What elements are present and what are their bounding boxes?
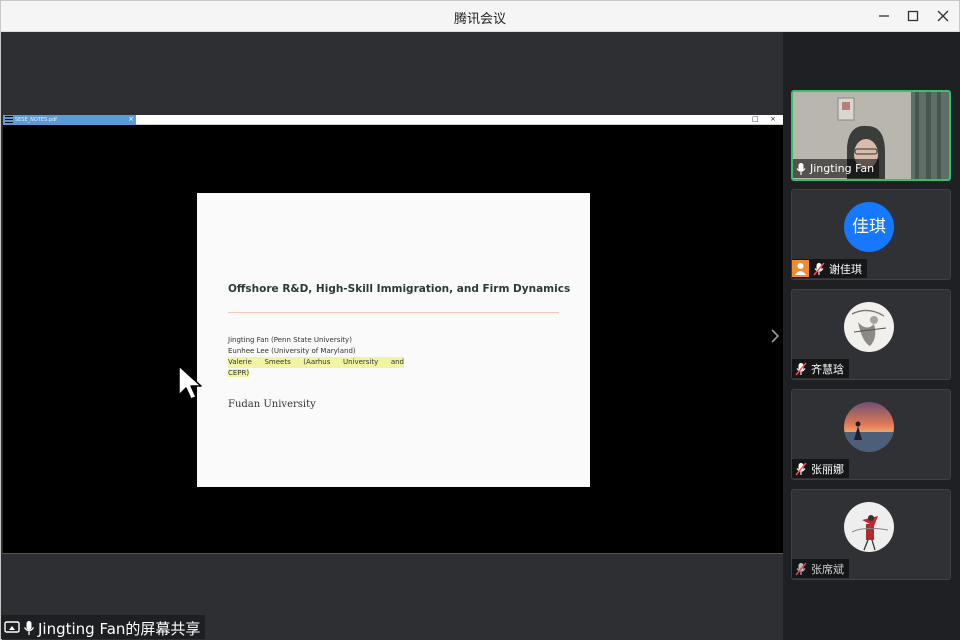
microphone-icon: [23, 621, 35, 635]
minimize-icon: [879, 15, 889, 17]
participant-name: 齐慧琀: [811, 362, 844, 376]
mic-muted-icon: [795, 362, 807, 375]
avatar: [844, 502, 894, 552]
avatar: [844, 402, 894, 452]
author-line: Jingting Fan (Penn State University): [228, 336, 352, 344]
screen-share-icon: [4, 621, 20, 633]
host-badge-icon: [792, 260, 809, 277]
author-line-highlighted: CEPR): [228, 369, 250, 377]
pdf-tab[interactable]: SESE_NOTES.pdf ×: [3, 115, 136, 125]
participant-name-tag: 齐慧琀: [792, 359, 849, 378]
avatar-image: [844, 402, 894, 452]
slide-authors: Jingting Fan (Penn State University) Eun…: [228, 335, 404, 379]
author-line: Eunhee Lee (University of Maryland): [228, 347, 356, 355]
shared-pdf-viewer[interactable]: SESE_NOTES.pdf × □ × Offshore R&D, High-…: [3, 115, 783, 553]
mic-muted-icon: [813, 262, 825, 275]
participant-name-tag: Jingting Fan: [793, 159, 880, 178]
slide-affiliation: Fudan University: [228, 399, 316, 410]
participants-sidebar: Jingting Fan 佳琪 谢佳琪 齐慧琀 张丽娜 张席斌: [783, 32, 960, 640]
share-top-padding: [2, 32, 783, 115]
screen-share-label: Jingting Fan的屏幕共享: [1, 615, 206, 639]
mic-muted-icon: [795, 462, 807, 475]
participant-name: Jingting Fan: [810, 162, 875, 175]
next-page-chevron-icon[interactable]: [769, 328, 781, 344]
participant-name-tag: 张席斌: [792, 559, 849, 578]
slide-title: Offshore R&D, High-Skill Immigration, an…: [228, 283, 571, 295]
participant-tile[interactable]: 张席斌: [791, 489, 951, 580]
viewer-close-icon[interactable]: ×: [770, 115, 776, 124]
minimize-button[interactable]: [875, 7, 893, 25]
meeting-window: 腾讯会议 SESE_NOTES.pdf × □ × Offshore R&D, …: [0, 0, 960, 640]
slide-divider: [228, 312, 559, 313]
participant-name: 谢佳琪: [829, 262, 862, 276]
presentation-slide: Offshore R&D, High-Skill Immigration, an…: [197, 193, 590, 487]
viewer-restore-icon[interactable]: □: [752, 115, 759, 124]
participant-name-tag: 谢佳琪: [792, 259, 867, 278]
participant-tile[interactable]: 张丽娜: [791, 389, 951, 480]
maximize-icon: [907, 10, 919, 22]
mouse-cursor-icon: [178, 365, 202, 400]
pdf-viewer-tabbar: SESE_NOTES.pdf × □ ×: [3, 115, 783, 125]
avatar: 佳琪: [844, 202, 894, 252]
participant-tile[interactable]: 佳琪 谢佳琪: [791, 189, 951, 280]
microphone-icon: [796, 162, 806, 175]
author-line-highlighted: Valerie Smeets (Aarhus University and: [228, 357, 404, 368]
screen-share-owner: Jingting Fan的屏幕共享: [38, 619, 201, 638]
avatar-image: [844, 502, 894, 552]
mic-muted-icon: [795, 562, 807, 575]
screen-share-area: SESE_NOTES.pdf × □ × Offshore R&D, High-…: [2, 32, 783, 640]
participant-name: 张丽娜: [811, 462, 844, 476]
title-bar: 腾讯会议: [1, 1, 959, 32]
tab-close-icon[interactable]: ×: [128, 115, 134, 124]
avatar-image: [844, 302, 894, 352]
avatar: [844, 302, 894, 352]
participant-name-tag: 张丽娜: [792, 459, 849, 478]
participant-name: 张席斌: [811, 562, 844, 576]
participant-tile-video[interactable]: Jingting Fan: [791, 90, 951, 181]
window-title: 腾讯会议: [453, 12, 506, 27]
menu-icon[interactable]: [5, 116, 13, 123]
maximize-button[interactable]: [904, 7, 922, 25]
close-icon: [937, 10, 949, 22]
close-button[interactable]: [934, 7, 952, 25]
participant-tile[interactable]: 齐慧琀: [791, 289, 951, 380]
pdf-tab-label: SESE_NOTES.pdf: [15, 117, 57, 123]
